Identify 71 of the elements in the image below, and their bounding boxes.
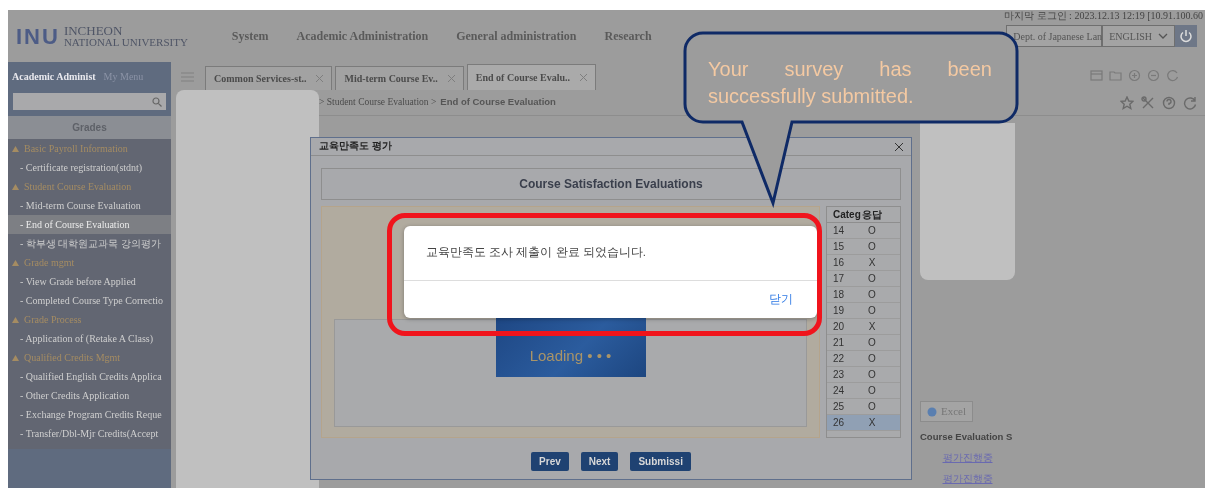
menu-item[interactable]: - 학부생 대학원교과목 강의평가 [8,234,171,253]
logo-mark: INU [16,22,60,51]
loading-banner: Loading • • • [495,318,646,377]
triangle-icon [12,183,19,190]
breadcrumb-path: > Student Course Evaluation > [319,96,437,110]
dialog-title: 교육만족도 평가 [319,139,392,154]
answer-row[interactable]: 16 X [827,255,900,271]
power-button[interactable] [1175,25,1197,47]
breadcrumb-current: End of Course Evaluation [440,95,556,110]
menu-item[interactable]: - Qualified English Credits Applica [8,367,171,386]
logo-text: NATIONAL UNIVERSITY [63,37,188,48]
nav-button[interactable]: Prev [531,452,569,471]
top-menu-item[interactable]: General administration [456,27,577,45]
logo-text: INCHEON [63,24,124,37]
answer-row[interactable]: 24 O [827,383,900,399]
page-tab[interactable]: Common Services-st.. [205,66,333,90]
top-menu-item[interactable]: System [231,27,269,45]
menu-item[interactable]: - Application of (Retake A Class) [8,329,171,348]
section-title: Course Evaluation S [920,429,1014,444]
evaluation-heading: Course Satisfaction Evaluations [321,168,901,200]
menu-item[interactable]: - Certificate registration(stdnt) [8,158,171,177]
triangle-icon [12,145,19,152]
triangle-icon [12,354,19,361]
zoom-in-icon[interactable] [1128,69,1141,82]
callout-text: Your survey has been successfully submitted. [708,57,992,109]
answer-box[interactable]: Loading • • • [334,319,807,427]
menu-item[interactable]: - Other Credits Application [8,386,171,405]
menu-item[interactable]: - Completed Course Type Correctio [8,291,171,310]
answer-row[interactable]: 17 O [827,271,900,287]
menu-item[interactable]: - View Grade before Applied [8,272,171,291]
department-select[interactable]: Dept. of Japanese Lan [1006,25,1103,47]
page-tab[interactable]: End of Course Evalu.. [466,64,596,90]
last-login-text: 마지막 로그인 : 2023.12.13 12:19 [10.91.100.60 [1004,9,1203,23]
language-select[interactable]: ENGLISH [1102,25,1175,47]
star-icon[interactable] [1120,95,1134,110]
answer-row[interactable]: 22 O [827,351,900,367]
answer-row[interactable]: 21 O [827,335,900,351]
power-icon [1179,29,1193,43]
refresh-icon[interactable] [1183,95,1197,110]
answer-row[interactable]: 14 O [827,223,900,239]
close-button[interactable]: 닫기 [769,290,793,308]
column-header: Categ [832,208,859,222]
top-menu-item[interactable]: Academic Administration [296,27,429,45]
answer-row[interactable]: 19 O [827,303,900,319]
refresh-icon[interactable] [1166,69,1179,82]
caret-icon [1158,33,1168,39]
triangle-icon [12,259,19,266]
search-field[interactable] [13,93,166,110]
menu-item[interactable]: - Exchange Program Credits Reque [8,405,171,424]
top-menu-item[interactable]: Research [604,27,652,45]
column-header: 응답 [861,208,883,222]
folder-icon[interactable] [1109,69,1122,82]
answer-row[interactable]: 23 O [827,367,900,383]
search-icon [152,96,162,107]
sidebar-tab[interactable]: Academic Administ [8,68,100,84]
answer-row[interactable]: 15 O [827,239,900,255]
triangle-icon [12,316,19,323]
nav-button[interactable]: Submissi [630,452,691,471]
help-icon[interactable] [1162,95,1176,110]
page-tab[interactable]: Mid-term Course Ev.. [335,66,464,90]
zoom-out-icon[interactable] [1147,69,1160,82]
nav-button[interactable]: Next [580,452,619,471]
menu-item[interactable]: - End of Course Evaluation [8,215,171,234]
answer-row[interactable]: 20 X [827,319,900,335]
menu-item[interactable]: - Mid-term Course Evaluation [8,196,171,215]
tools-icon[interactable] [1141,95,1155,110]
answer-row[interactable]: 18 O [827,287,900,303]
menu-item[interactable]: - Transfer/Dbl-Mjr Credits(Accept [8,424,171,443]
answer-row[interactable]: 26 X [827,415,900,431]
window-icon[interactable] [1090,69,1103,82]
close-icon[interactable] [895,142,903,151]
